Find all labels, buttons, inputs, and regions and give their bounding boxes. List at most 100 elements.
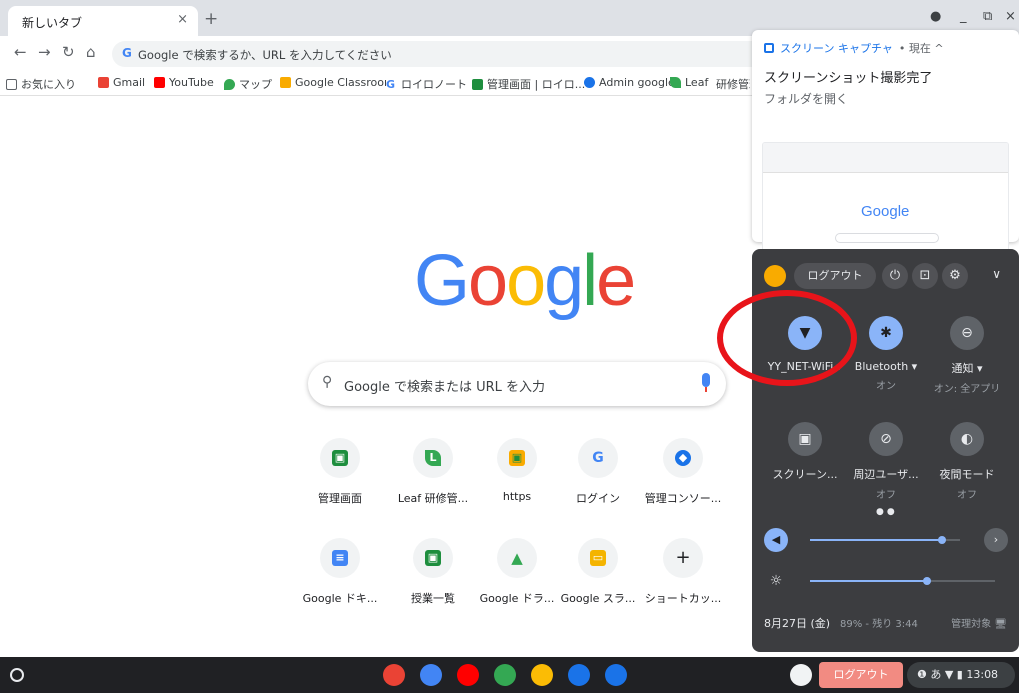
- camera-icon[interactable]: [568, 664, 590, 686]
- brightness-slider-fill: [810, 580, 927, 582]
- google-g-icon: G: [386, 77, 397, 91]
- microphone-icon[interactable]: [702, 373, 710, 392]
- volume-slider-thumb[interactable]: [938, 536, 946, 544]
- reload-icon[interactable]: ↻: [62, 43, 75, 61]
- minimize-icon[interactable]: _: [960, 9, 967, 24]
- tab-title: 新しいタブ: [22, 16, 83, 30]
- bookmark-item[interactable]: Leaf: [670, 76, 708, 89]
- launcher-icon[interactable]: [10, 668, 24, 682]
- brightness-slider-thumb[interactable]: [922, 577, 931, 585]
- close-window-icon[interactable]: ×: [1005, 9, 1016, 24]
- notification-title: スクリーンショット撮影完了: [764, 71, 933, 86]
- chevron-down-icon[interactable]: ∨: [992, 267, 1001, 281]
- loilo-admin-icon: ▣: [332, 450, 348, 466]
- notifications-tile[interactable]: ⊖ 通知 ▾ オン: 全アプリ: [924, 316, 1010, 395]
- google-slides-icon: ▭: [590, 550, 606, 566]
- shortcut-tile[interactable]: ▣ 授業一覧: [392, 538, 474, 606]
- notifications-icon: ⊖: [950, 316, 984, 350]
- avatar[interactable]: [790, 664, 812, 686]
- admin-console-icon: [584, 77, 595, 88]
- youtube-icon: [154, 77, 165, 88]
- bookmark-item[interactable]: G ロイロノート: [386, 76, 467, 92]
- shortcut-tile[interactable]: ▭ Google スラ...: [557, 538, 639, 606]
- close-tab-icon[interactable]: ×: [177, 12, 188, 27]
- tile-sublabel: オフ: [957, 490, 977, 501]
- shortcut-label: Google ドキ...: [302, 592, 378, 605]
- status-area[interactable]: ❶ あ ▼ ▮ 13:08: [907, 662, 1015, 688]
- lock-icon[interactable]: ⊡: [912, 263, 938, 289]
- docs-icon[interactable]: [420, 664, 442, 686]
- screenshot-notification[interactable]: スクリーン キャプチャ • 現在 ^ スクリーンショット撮影完了 フォルダを開く…: [752, 30, 1019, 270]
- shortcut-label: ショートカッ...: [644, 592, 722, 605]
- shortcut-tile[interactable]: ◆ 管理コンソー...: [642, 438, 724, 506]
- tile-sublabel: オン: [876, 381, 896, 392]
- bookmark-item[interactable]: YouTube: [154, 76, 214, 89]
- shortcut-tile[interactable]: L Leaf 研修管...: [392, 438, 474, 506]
- maps-icon: [224, 78, 235, 90]
- shortcut-label: https: [502, 490, 532, 503]
- new-tab-button[interactable]: +: [204, 9, 218, 29]
- shortcut-tile[interactable]: ▲ Google ドラ...: [476, 538, 558, 606]
- shelf-sign-out-button[interactable]: ログアウト: [819, 662, 903, 688]
- settings-gear-icon[interactable]: ⚙: [942, 263, 968, 289]
- loilo-admin-icon: [472, 78, 483, 90]
- maximize-icon[interactable]: ⧉: [983, 9, 992, 24]
- bookmark-item[interactable]: Admin google: [584, 76, 675, 89]
- google-g-icon: G: [592, 450, 604, 466]
- power-icon[interactable]: ⏻: [882, 263, 908, 289]
- shortcut-tile[interactable]: G ログイン: [557, 438, 639, 506]
- highlight-ellipse: [717, 290, 857, 386]
- shortcut-label: Google ドラ...: [479, 592, 555, 605]
- admin-console-icon: ◆: [675, 450, 691, 466]
- classroom-icon: [280, 77, 291, 88]
- back-icon[interactable]: ←: [14, 43, 27, 61]
- classroom-icon: ▣: [509, 450, 525, 466]
- chrome-icon[interactable]: [383, 664, 405, 686]
- screen-capture-tile[interactable]: ▣ スクリーン...: [762, 422, 848, 486]
- bluetooth-tile[interactable]: ✱ Bluetooth ▾ オン: [843, 316, 929, 392]
- chevron-right-icon[interactable]: ›: [984, 528, 1008, 552]
- date-label[interactable]: 8月27日 (金): [764, 615, 830, 631]
- bookmark-item[interactable]: 研修管理: [716, 76, 750, 92]
- notification-time[interactable]: • 現在 ^: [899, 40, 944, 56]
- brightness-slider[interactable]: [810, 577, 995, 585]
- notification-app-name: スクリーン キャプチャ: [780, 42, 893, 55]
- open-folder-link[interactable]: フォルダを開く: [764, 90, 848, 107]
- managed-device-label[interactable]: 管理対象 🖥: [951, 615, 1007, 630]
- volume-slider-fill: [810, 539, 942, 541]
- screen-capture-icon: ▣: [788, 422, 822, 456]
- play-store-icon[interactable]: [494, 664, 516, 686]
- home-icon[interactable]: ⌂: [86, 43, 96, 61]
- nearby-share-tile[interactable]: ⊘ 周辺ユーザ... オフ: [843, 422, 929, 501]
- shelf: ログアウト ❶ あ ▼ ▮ 13:08: [0, 657, 1019, 693]
- shortcut-label: Google スラ...: [560, 592, 636, 605]
- shortcut-tile[interactable]: ▣ 管理画面: [299, 438, 381, 506]
- bookmark-item[interactable]: 管理画面 | ロイロ...: [472, 76, 585, 92]
- avatar: [764, 265, 786, 287]
- youtube-icon[interactable]: [457, 664, 479, 686]
- search-placeholder: Google で検索または URL を入力: [344, 380, 546, 395]
- brightness-icon: ☼: [769, 573, 783, 589]
- volume-slider[interactable]: [810, 536, 960, 544]
- sign-out-button[interactable]: ログアウト: [794, 263, 876, 289]
- tile-sublabel: オフ: [876, 490, 896, 501]
- drive-icon[interactable]: [531, 664, 553, 686]
- tab-new-tab[interactable]: 新しいタブ ×: [8, 6, 198, 36]
- shortcut-tile[interactable]: ≡ Google ドキ...: [299, 538, 381, 606]
- bookmark-item[interactable]: Gmail: [98, 76, 145, 89]
- volume-icon[interactable]: ◀: [764, 528, 788, 552]
- folder-icon: [6, 78, 17, 90]
- ntp-search-box[interactable]: ⚲ Google で検索または URL を入力: [308, 362, 726, 406]
- shortcut-label: Leaf 研修管...: [397, 492, 469, 505]
- google-drive-icon: ▲: [511, 549, 523, 567]
- bookmark-item[interactable]: お気に入り: [6, 76, 76, 92]
- bookmark-item[interactable]: マップ: [224, 76, 272, 92]
- forward-icon[interactable]: →: [38, 43, 51, 61]
- profile-icon[interactable]: ●: [930, 9, 941, 24]
- tile-label: 周辺ユーザ...: [853, 468, 919, 481]
- shortcut-tile[interactable]: ▣ https: [476, 438, 558, 503]
- add-shortcut-tile[interactable]: + ショートカッ...: [642, 538, 724, 606]
- night-light-tile[interactable]: ◐ 夜間モード オフ: [924, 422, 1010, 501]
- bookmark-item[interactable]: Google Classroom: [280, 76, 395, 89]
- files-icon[interactable]: [605, 664, 627, 686]
